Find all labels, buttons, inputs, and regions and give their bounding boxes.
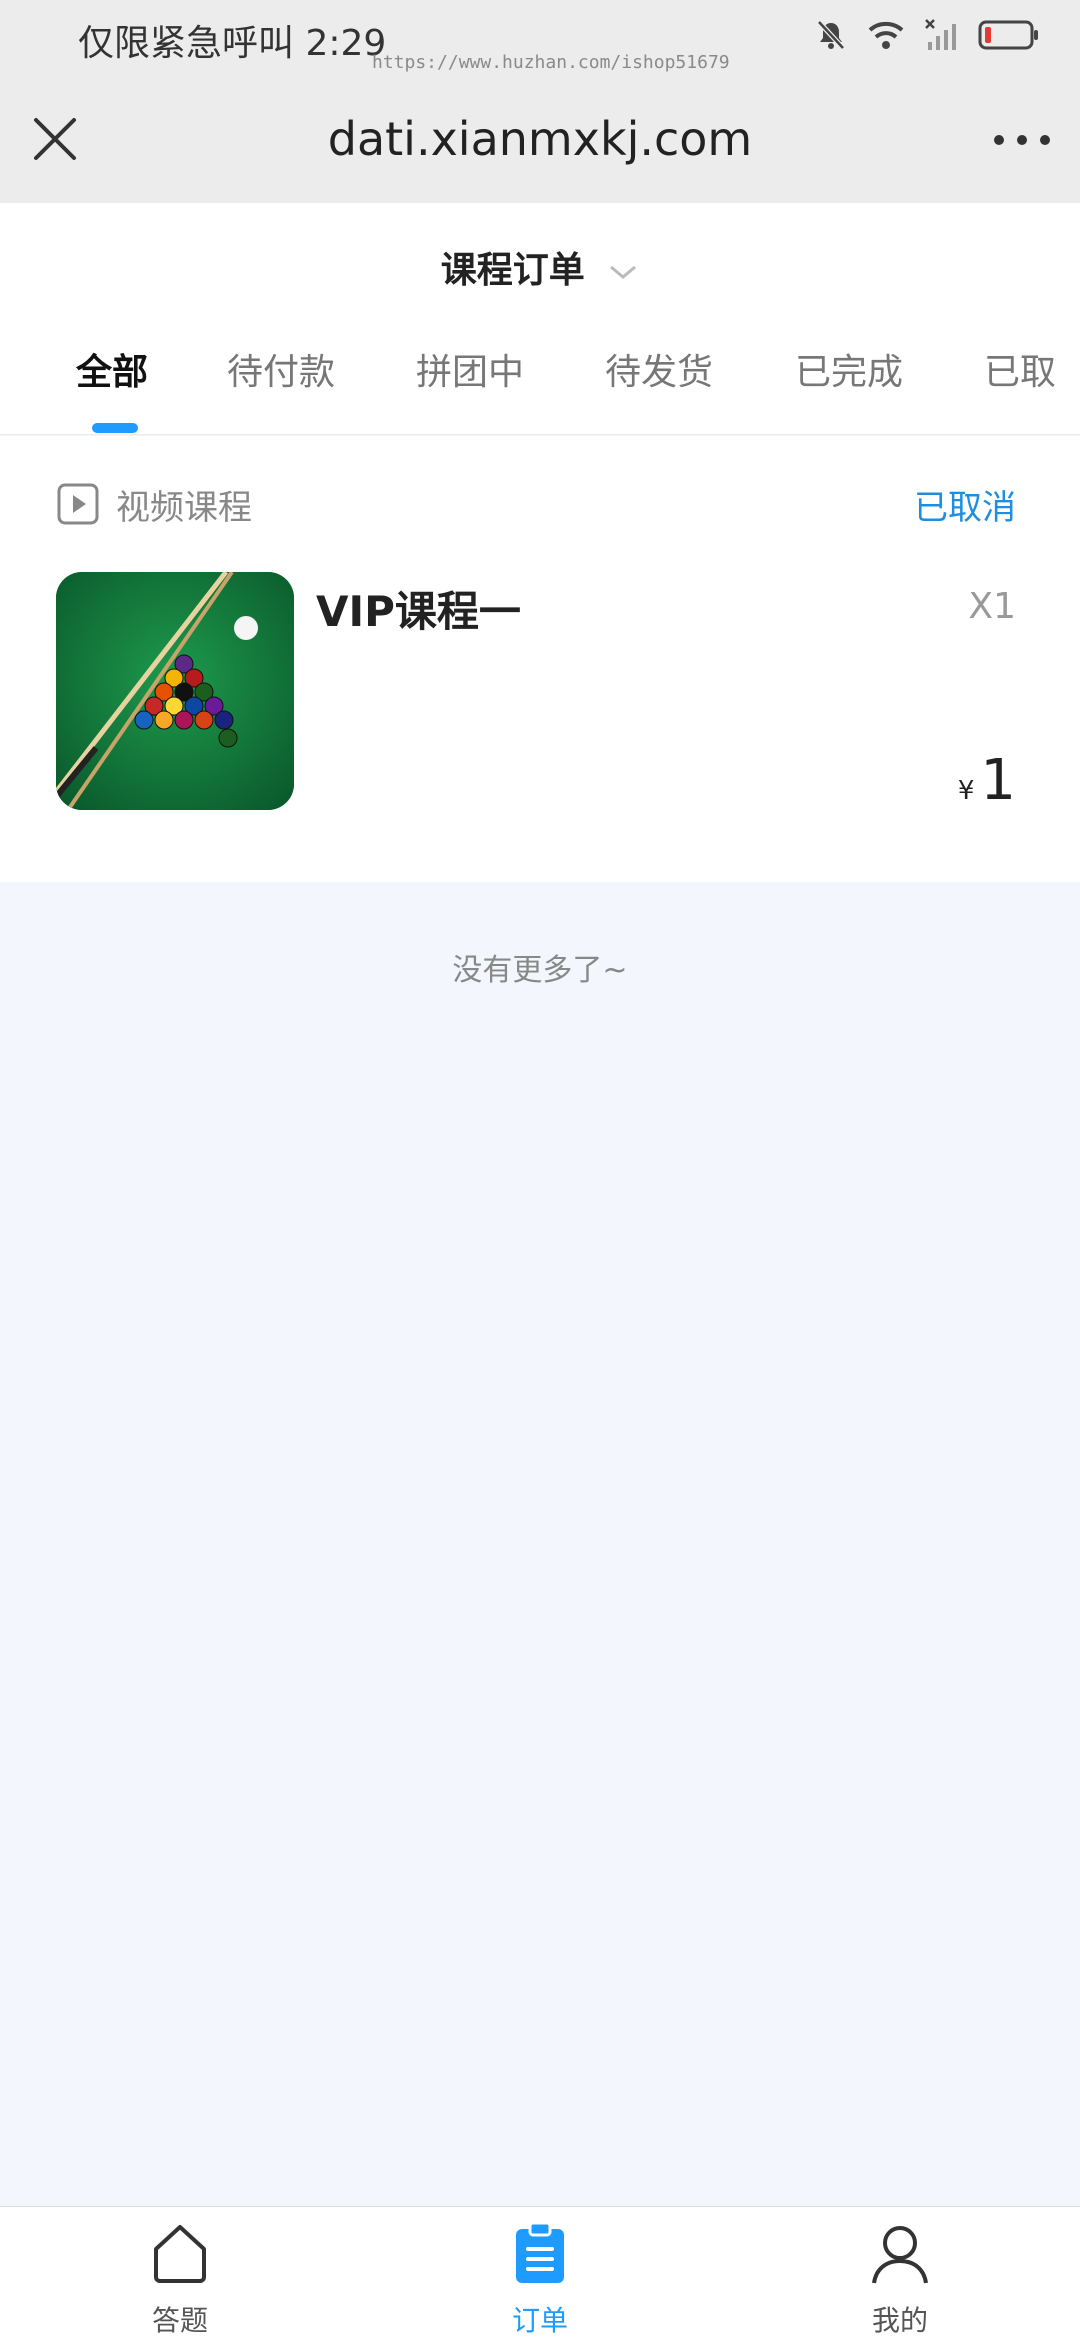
home-icon xyxy=(154,2225,206,2283)
status-icons xyxy=(814,18,1040,52)
battery-low-icon xyxy=(978,20,1038,50)
nav-mine[interactable]: 我的 xyxy=(800,2207,1000,2340)
order-status: 已取消 xyxy=(914,488,1016,528)
tab-completed[interactable]: 已完成 xyxy=(795,343,903,395)
price-currency: ¥ xyxy=(957,776,975,806)
tab-pending-payment[interactable]: 待付款 xyxy=(227,343,335,395)
more-dot xyxy=(1040,135,1050,145)
no-more-text: 没有更多了~ xyxy=(452,953,628,988)
order-card[interactable]: 视频课程 已取消 VIP课程一 X1 ¥ 1 xyxy=(0,436,1080,882)
product-title: VIP课程一 xyxy=(316,587,521,636)
status-carrier-time: 仅限紧急呼叫 2:29 xyxy=(78,23,387,64)
product-price: ¥ 1 xyxy=(958,748,1016,813)
nav-label-orders: 订单 xyxy=(511,2304,568,2337)
billiards-image xyxy=(56,572,294,810)
order-tabs: 全部 待付款 拼团中 待发货 已完成 已取 xyxy=(0,343,1080,433)
browser-topbar: 仅限紧急呼叫 2:29 https://www.huzhan.com/ishop… xyxy=(0,0,1080,203)
user-icon xyxy=(872,2226,928,2284)
watermark: https://www.huzhan.com/ishop51679 xyxy=(372,52,730,73)
tab-all[interactable]: 全部 xyxy=(76,343,148,395)
clipboard-icon xyxy=(516,2221,564,2283)
product-thumbnail xyxy=(56,572,294,810)
signal-off-icon xyxy=(925,19,956,50)
mute-bell-icon xyxy=(817,20,845,50)
price-amount: 1 xyxy=(980,748,1016,813)
page-title-dropdown[interactable]: 课程订单 xyxy=(0,241,1080,293)
order-category: 视频课程 xyxy=(116,488,252,528)
wifi-icon xyxy=(868,21,904,49)
video-play-icon xyxy=(57,483,99,525)
active-tab-indicator xyxy=(92,423,138,433)
nav-orders[interactable]: 订单 xyxy=(440,2207,640,2340)
bottom-nav: 答题 订单 我的 xyxy=(0,2206,1080,2340)
tab-pending-shipment[interactable]: 待发货 xyxy=(605,343,713,395)
nav-label-mine: 我的 xyxy=(871,2304,928,2337)
page-title: 课程订单 xyxy=(440,250,585,291)
tab-group-buying[interactable]: 拼团中 xyxy=(416,343,524,395)
more-dot xyxy=(1017,135,1027,145)
nav-label-answer: 答题 xyxy=(151,2304,208,2337)
nav-answer[interactable]: 答题 xyxy=(80,2207,280,2340)
product-quantity: X1 xyxy=(968,586,1016,627)
chevron-down-icon xyxy=(610,265,637,279)
more-dot xyxy=(994,135,1004,145)
page-header: 课程订单 全部 待付款 拼团中 待发货 已完成 已取 xyxy=(0,203,1080,435)
url-text: dati.xianmxkj.com xyxy=(327,112,753,166)
more-button[interactable] xyxy=(994,118,1050,162)
tab-cancelled[interactable]: 已取 xyxy=(984,343,1056,395)
